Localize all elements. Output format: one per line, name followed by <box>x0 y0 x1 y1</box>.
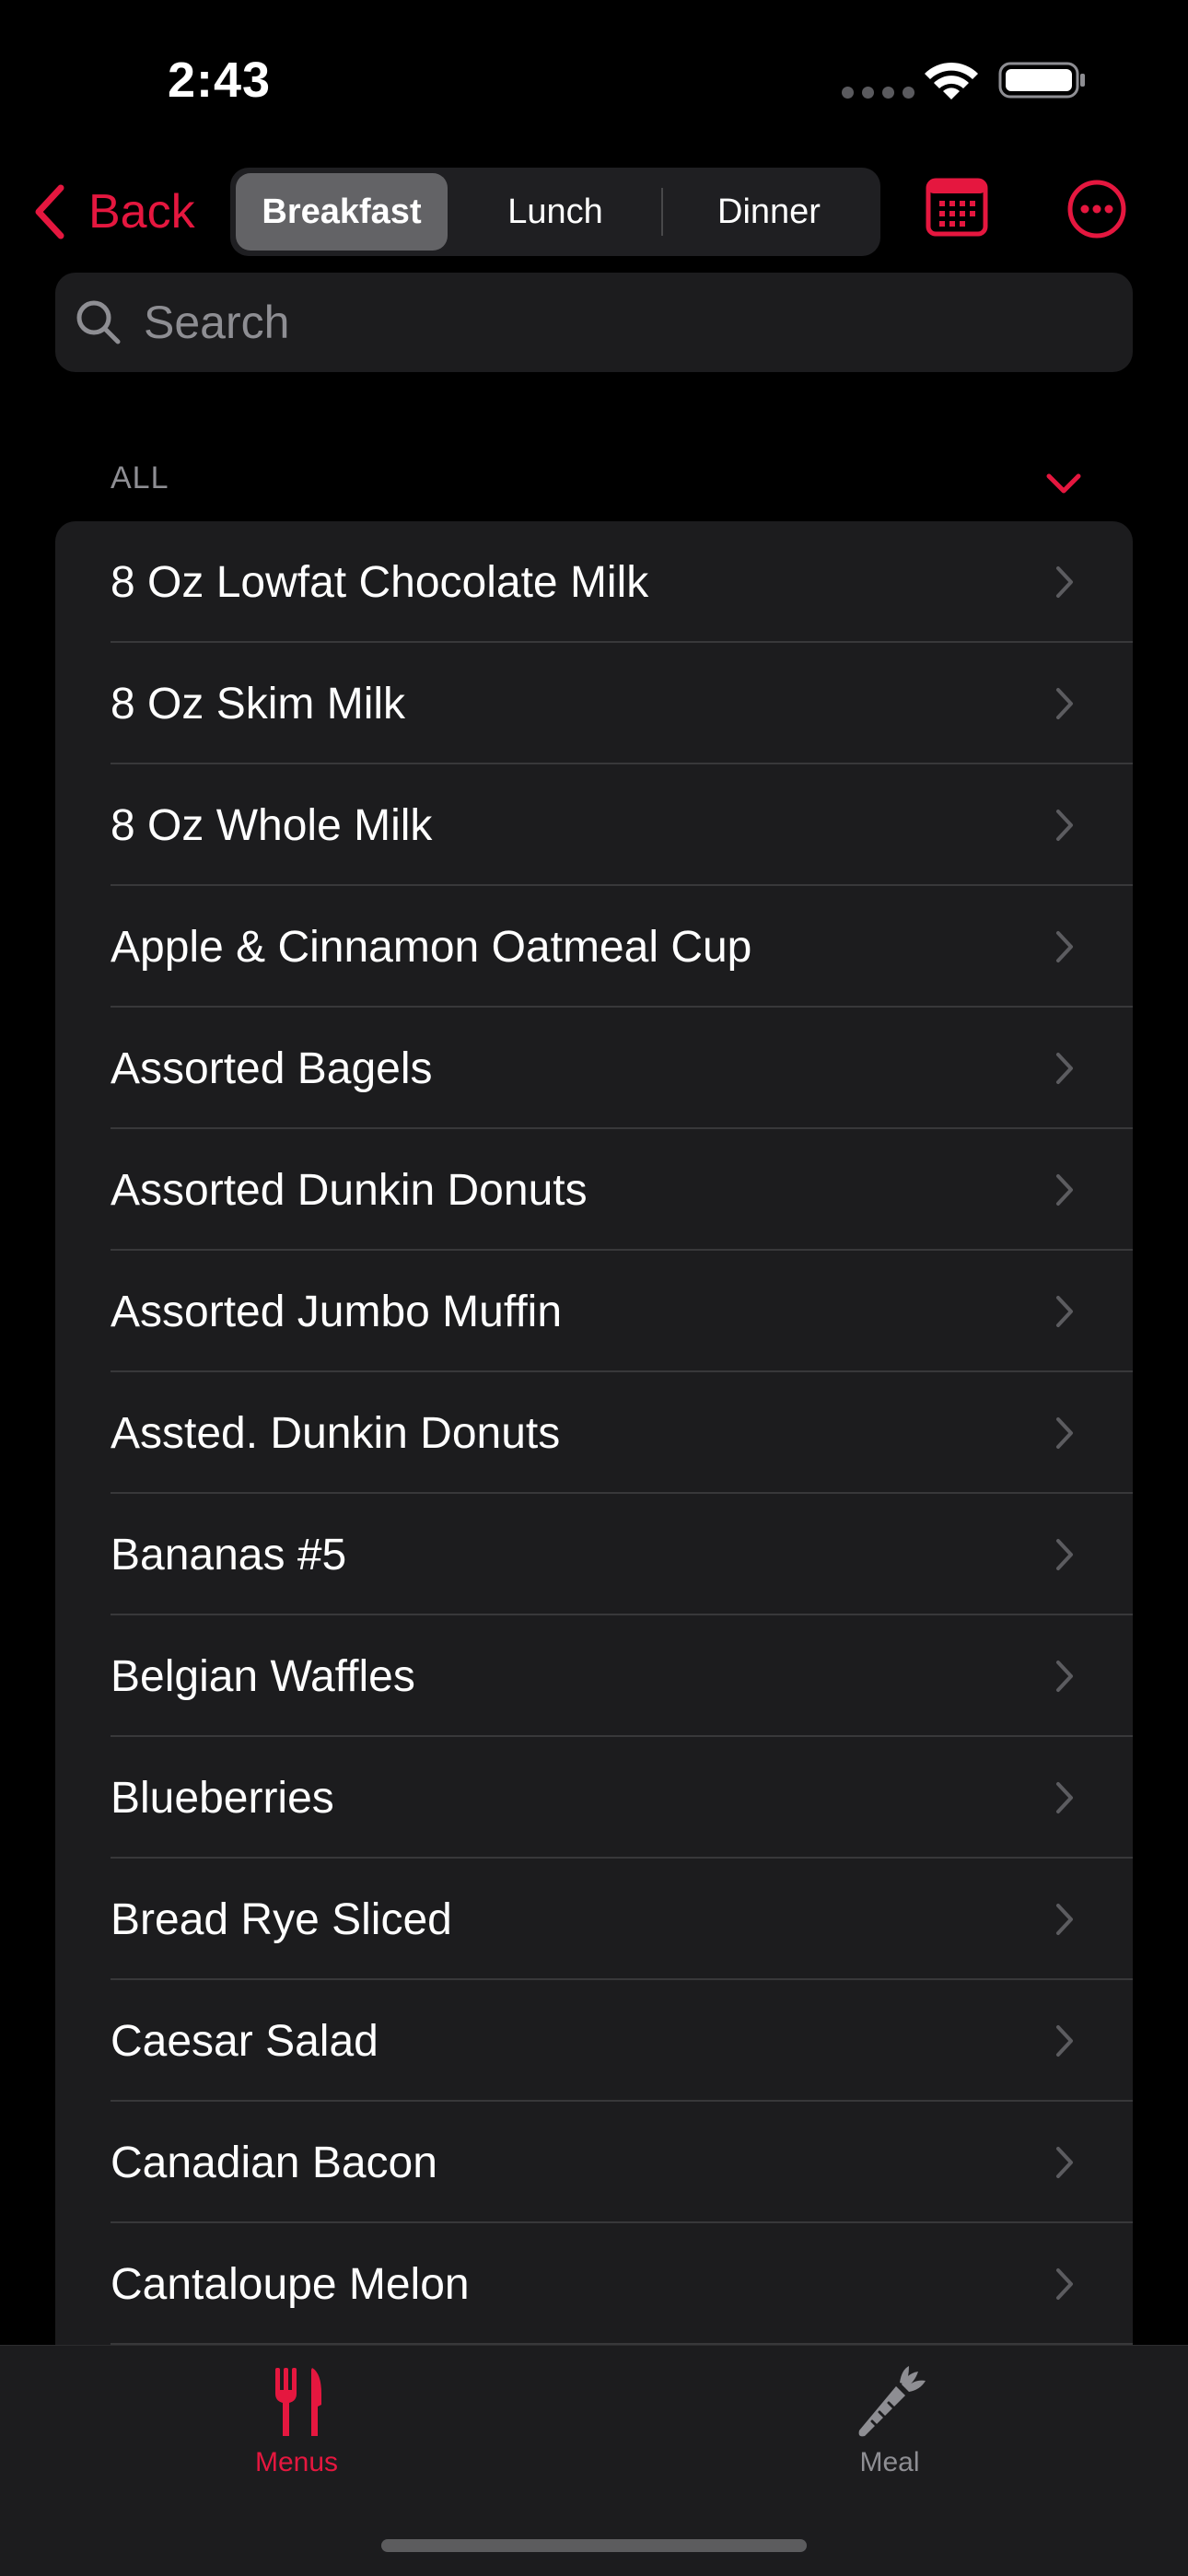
chevron-right-icon <box>1056 1661 1073 1692</box>
section-header: ALL <box>111 460 169 495</box>
back-button[interactable]: Back <box>31 182 195 241</box>
list-item-label: Blueberries <box>111 1773 334 1823</box>
list-item-label: Belgian Waffles <box>111 1651 415 1701</box>
search-input[interactable] <box>142 295 1066 350</box>
list-item[interactable]: Assorted Bagels <box>55 1008 1133 1129</box>
list-item-label: Canadian Bacon <box>111 2138 437 2187</box>
segment-breakfast[interactable]: Breakfast <box>236 173 448 251</box>
chevron-right-icon <box>1056 1904 1073 1935</box>
chevron-right-icon <box>1056 1174 1073 1206</box>
list-item[interactable]: Belgian Waffles <box>55 1615 1133 1737</box>
list-item[interactable]: Bananas #5 <box>55 1494 1133 1615</box>
carrot-icon <box>858 2366 926 2437</box>
chevron-right-icon <box>1056 1296 1073 1327</box>
navigation-bar: Back Breakfast Lunch Dinner <box>0 157 1188 267</box>
chevron-right-icon <box>1056 1053 1073 1084</box>
list-item-label: Apple & Cinnamon Oatmeal Cup <box>111 922 752 972</box>
list-item-label: Assorted Jumbo Muffin <box>111 1287 563 1336</box>
chevron-right-icon <box>1056 1417 1073 1449</box>
list-item-label: 8 Oz Whole Milk <box>111 800 433 850</box>
list-item[interactable]: 8 Oz Whole Milk <box>55 764 1133 886</box>
ellipsis-circle-icon[interactable] <box>1066 179 1127 239</box>
list-item-label: Bananas #5 <box>111 1530 347 1579</box>
list-item[interactable]: Caesar Salad <box>55 1980 1133 2102</box>
segment-dinner[interactable]: Dinner <box>663 173 875 251</box>
list-item-label: Assorted Bagels <box>111 1043 433 1093</box>
back-label: Back <box>88 185 195 239</box>
chevron-right-icon <box>1056 1539 1073 1570</box>
list-item-label: Assted. Dunkin Donuts <box>111 1408 561 1458</box>
list-item[interactable]: Assted. Dunkin Donuts <box>55 1372 1133 1494</box>
segment-lunch[interactable]: Lunch <box>449 173 661 251</box>
tab-bar: Menus Meal <box>0 2345 1188 2576</box>
list-item-label: Bread Rye Sliced <box>111 1894 452 1944</box>
chevron-right-icon <box>1056 810 1073 841</box>
tab-meal[interactable]: Meal <box>788 2360 991 2478</box>
search-bar[interactable] <box>55 273 1133 372</box>
list-item-label: Cantaloupe Melon <box>111 2259 470 2309</box>
list-item[interactable]: Bread Rye Sliced <box>55 1859 1133 1980</box>
list-item[interactable]: Assorted Dunkin Donuts <box>55 1129 1133 1251</box>
meal-segmented-control: Breakfast Lunch Dinner <box>230 168 880 256</box>
chevron-right-icon <box>1056 566 1073 598</box>
wifi-icon <box>925 62 978 99</box>
list-item-label: 8 Oz Skim Milk <box>111 679 406 729</box>
chevron-down-icon[interactable] <box>1044 470 1083 497</box>
chevron-right-icon <box>1056 931 1073 962</box>
list-item[interactable]: 8 Oz Lowfat Chocolate Milk <box>55 521 1133 643</box>
chevron-right-icon <box>1056 2268 1073 2300</box>
list-item-label: Caesar Salad <box>111 2016 379 2066</box>
home-indicator <box>381 2539 807 2552</box>
status-bar: 2:43 <box>0 0 1188 157</box>
chevron-right-icon <box>1056 2025 1073 2057</box>
menu-item-list: 8 Oz Lowfat Chocolate Milk 8 Oz Skim Mil… <box>55 521 1133 2363</box>
list-item[interactable]: Blueberries <box>55 1737 1133 1859</box>
chevron-right-icon <box>1056 688 1073 719</box>
chevron-right-icon <box>1056 2147 1073 2178</box>
fork-knife-icon <box>275 2368 321 2436</box>
list-item-label: 8 Oz Lowfat Chocolate Milk <box>111 557 649 607</box>
cellular-signal-icon <box>842 87 914 99</box>
chevron-right-icon <box>1056 1782 1073 1813</box>
tab-menus[interactable]: Menus <box>195 2360 398 2478</box>
tab-meal-label: Meal <box>859 2447 920 2477</box>
list-item[interactable]: 8 Oz Skim Milk <box>55 643 1133 764</box>
list-item[interactable]: Apple & Cinnamon Oatmeal Cup <box>55 886 1133 1008</box>
list-item[interactable]: Cantaloupe Melon <box>55 2223 1133 2345</box>
status-time: 2:43 <box>168 52 272 108</box>
chevron-left-icon <box>35 184 64 239</box>
tab-menus-label: Menus <box>254 2447 339 2477</box>
battery-icon <box>998 62 1085 99</box>
search-icon <box>76 300 121 344</box>
list-item[interactable]: Assorted Jumbo Muffin <box>55 1251 1133 1372</box>
list-item[interactable]: Canadian Bacon <box>55 2102 1133 2223</box>
list-item-label: Assorted Dunkin Donuts <box>111 1165 588 1215</box>
calendar-icon[interactable] <box>925 175 989 239</box>
